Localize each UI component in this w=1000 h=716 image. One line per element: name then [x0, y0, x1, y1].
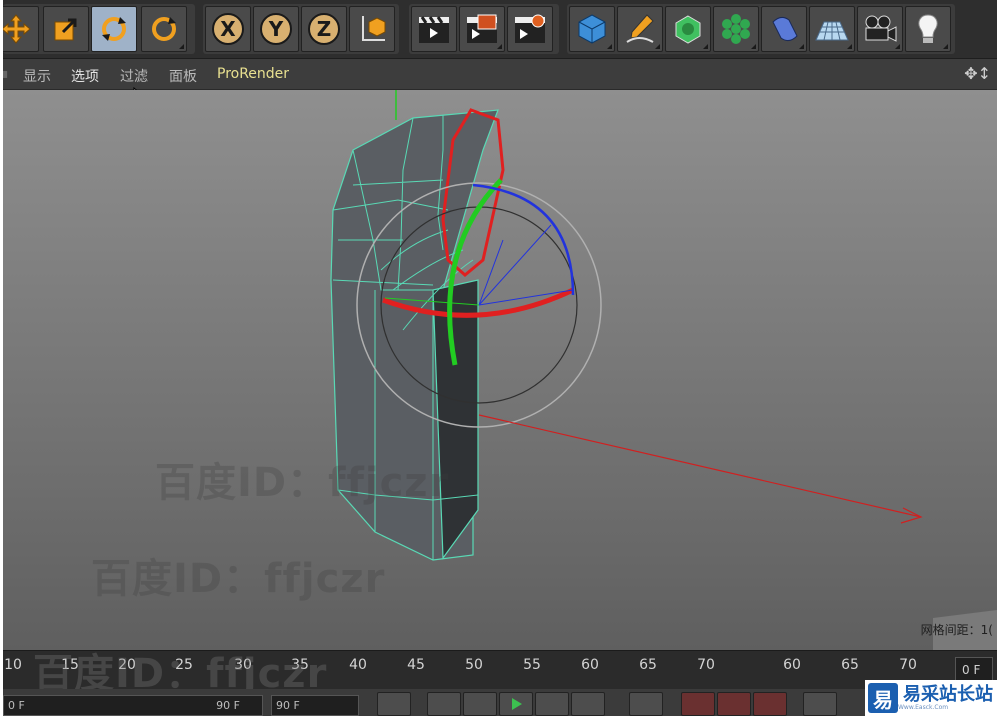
- previous-frame-button[interactable]: [463, 692, 497, 716]
- go-to-end-button[interactable]: [629, 692, 663, 716]
- tick-label: 65: [639, 657, 657, 673]
- x-axis-icon: X: [212, 13, 244, 45]
- max-frame-field[interactable]: 90 F: [271, 695, 359, 716]
- tick-label: 60: [783, 657, 801, 673]
- z-axis-icon: Z: [308, 13, 340, 45]
- subdivision-surface-button[interactable]: [665, 6, 711, 52]
- next-key-button[interactable]: [571, 692, 605, 716]
- tick-label: 70: [899, 657, 917, 673]
- menu-panel[interactable]: 面板: [169, 66, 197, 86]
- move-tool-button[interactable]: [3, 6, 39, 52]
- grid-spacing-label: 网格间距：1(: [920, 623, 993, 637]
- move-key-button[interactable]: [803, 692, 837, 716]
- render-view-button[interactable]: [411, 6, 457, 52]
- floor-button[interactable]: [809, 6, 855, 52]
- camera-icon: [865, 15, 897, 42]
- clapper-gear-icon: [515, 14, 545, 43]
- transport-bar: 0 F 90 F 90 F 易 易采站长站 Www.Easck.Com: [3, 680, 997, 716]
- cube-object-button[interactable]: [569, 6, 615, 52]
- logo-text: 易采站长站: [903, 683, 993, 705]
- start-frame-value: 0 F: [8, 699, 25, 712]
- tick-label: 40: [349, 657, 367, 673]
- menu-prorender[interactable]: ProRender: [217, 66, 289, 82]
- start-frame-field[interactable]: 0 F 90 F: [3, 695, 263, 716]
- rotate-icon: [102, 17, 126, 41]
- axis-x-label: X: [220, 17, 236, 41]
- axis-y-label: Y: [268, 17, 284, 41]
- axis-y-lock-button[interactable]: Y: [253, 6, 299, 52]
- watermark-1: 百度ID：ffjczr: [155, 460, 450, 506]
- axis-z-label: Z: [317, 17, 332, 41]
- rotate-recent-icon: [152, 17, 176, 41]
- next-frame-button[interactable]: [535, 692, 569, 716]
- clapper-icon: [419, 16, 449, 43]
- scale-tool-button[interactable]: [43, 6, 89, 52]
- menu-options[interactable]: 选项: [71, 66, 99, 86]
- cloner-button[interactable]: [713, 6, 759, 52]
- timeline-ruler[interactable]: 10 15 20 25 30 35 40 45 50 55 60 65 70 6…: [3, 650, 997, 697]
- site-logo: 易 易采站长站 Www.Easck.Com: [865, 680, 997, 716]
- tick-label: 55: [523, 657, 541, 673]
- play-button[interactable]: [499, 692, 533, 716]
- rotate-tool-button[interactable]: [91, 6, 137, 52]
- logo-subtext: Www.Easck.Com: [898, 703, 949, 711]
- axis-z-lock-button[interactable]: Z: [301, 6, 347, 52]
- pen-icon: [626, 14, 654, 43]
- bend-deformer-icon: [772, 16, 798, 42]
- logo-mark: 易: [868, 683, 898, 713]
- 3d-viewport[interactable]: 百度ID：ffjczr 百度ID：ffjczr 网格间距：1(: [3, 90, 997, 650]
- menu-display[interactable]: 显示: [23, 66, 51, 86]
- render-settings-button[interactable]: [507, 6, 553, 52]
- tick-label: 60: [581, 657, 599, 673]
- render-to-picture-viewer-button[interactable]: [459, 6, 505, 52]
- tick-label: 70: [697, 657, 715, 673]
- watermark-2: 百度ID：ffjczr: [91, 556, 386, 602]
- coordinate-system-button[interactable]: [349, 6, 395, 52]
- cinema4d-window: X Y Z ▪ 显示 选项 过滤 面板 ProRender ✥↕ 百度ID：ff…: [3, 0, 997, 716]
- coordinate-system-icon: [362, 16, 386, 41]
- menu-edge-marker: ▪: [3, 66, 9, 82]
- autokey-button[interactable]: [717, 692, 751, 716]
- tick-label: 50: [465, 657, 483, 673]
- camera-button[interactable]: [857, 6, 903, 52]
- play-icon: [512, 698, 522, 710]
- light-button[interactable]: [905, 6, 951, 52]
- move-icon: [3, 14, 31, 44]
- scale-icon: [54, 18, 77, 41]
- main-toolbar: X Y Z: [3, 0, 997, 59]
- floor-icon: [815, 21, 849, 41]
- subdivision-icon: [675, 15, 701, 44]
- go-to-start-button[interactable]: [377, 692, 411, 716]
- viewport-menu-bar: ▪ 显示 选项 过滤 面板 ProRender ✥↕: [3, 59, 997, 107]
- menu-filter[interactable]: 过滤: [120, 66, 148, 86]
- tick-label: 10: [4, 657, 22, 673]
- light-bulb-icon: [918, 14, 938, 43]
- y-axis-icon: Y: [260, 13, 292, 45]
- cloner-icon: [722, 14, 750, 44]
- deformer-button[interactable]: [761, 6, 807, 52]
- clapper-picture-viewer-icon: [467, 14, 497, 43]
- keyframe-selection-button[interactable]: [753, 692, 787, 716]
- x-axis-arrow: [478, 414, 922, 518]
- tick-label: 45: [407, 657, 425, 673]
- axis-x-lock-button[interactable]: X: [205, 6, 251, 52]
- viewport-navigate-icon[interactable]: ✥↕: [964, 64, 991, 83]
- previous-key-button[interactable]: [427, 692, 461, 716]
- record-keys-button[interactable]: [681, 692, 715, 716]
- recent-tools-button[interactable]: [141, 6, 187, 52]
- pen-spline-button[interactable]: [617, 6, 663, 52]
- end-frame-value: 90 F: [216, 699, 240, 712]
- tick-label: 65: [841, 657, 859, 673]
- cube-icon: [578, 14, 606, 44]
